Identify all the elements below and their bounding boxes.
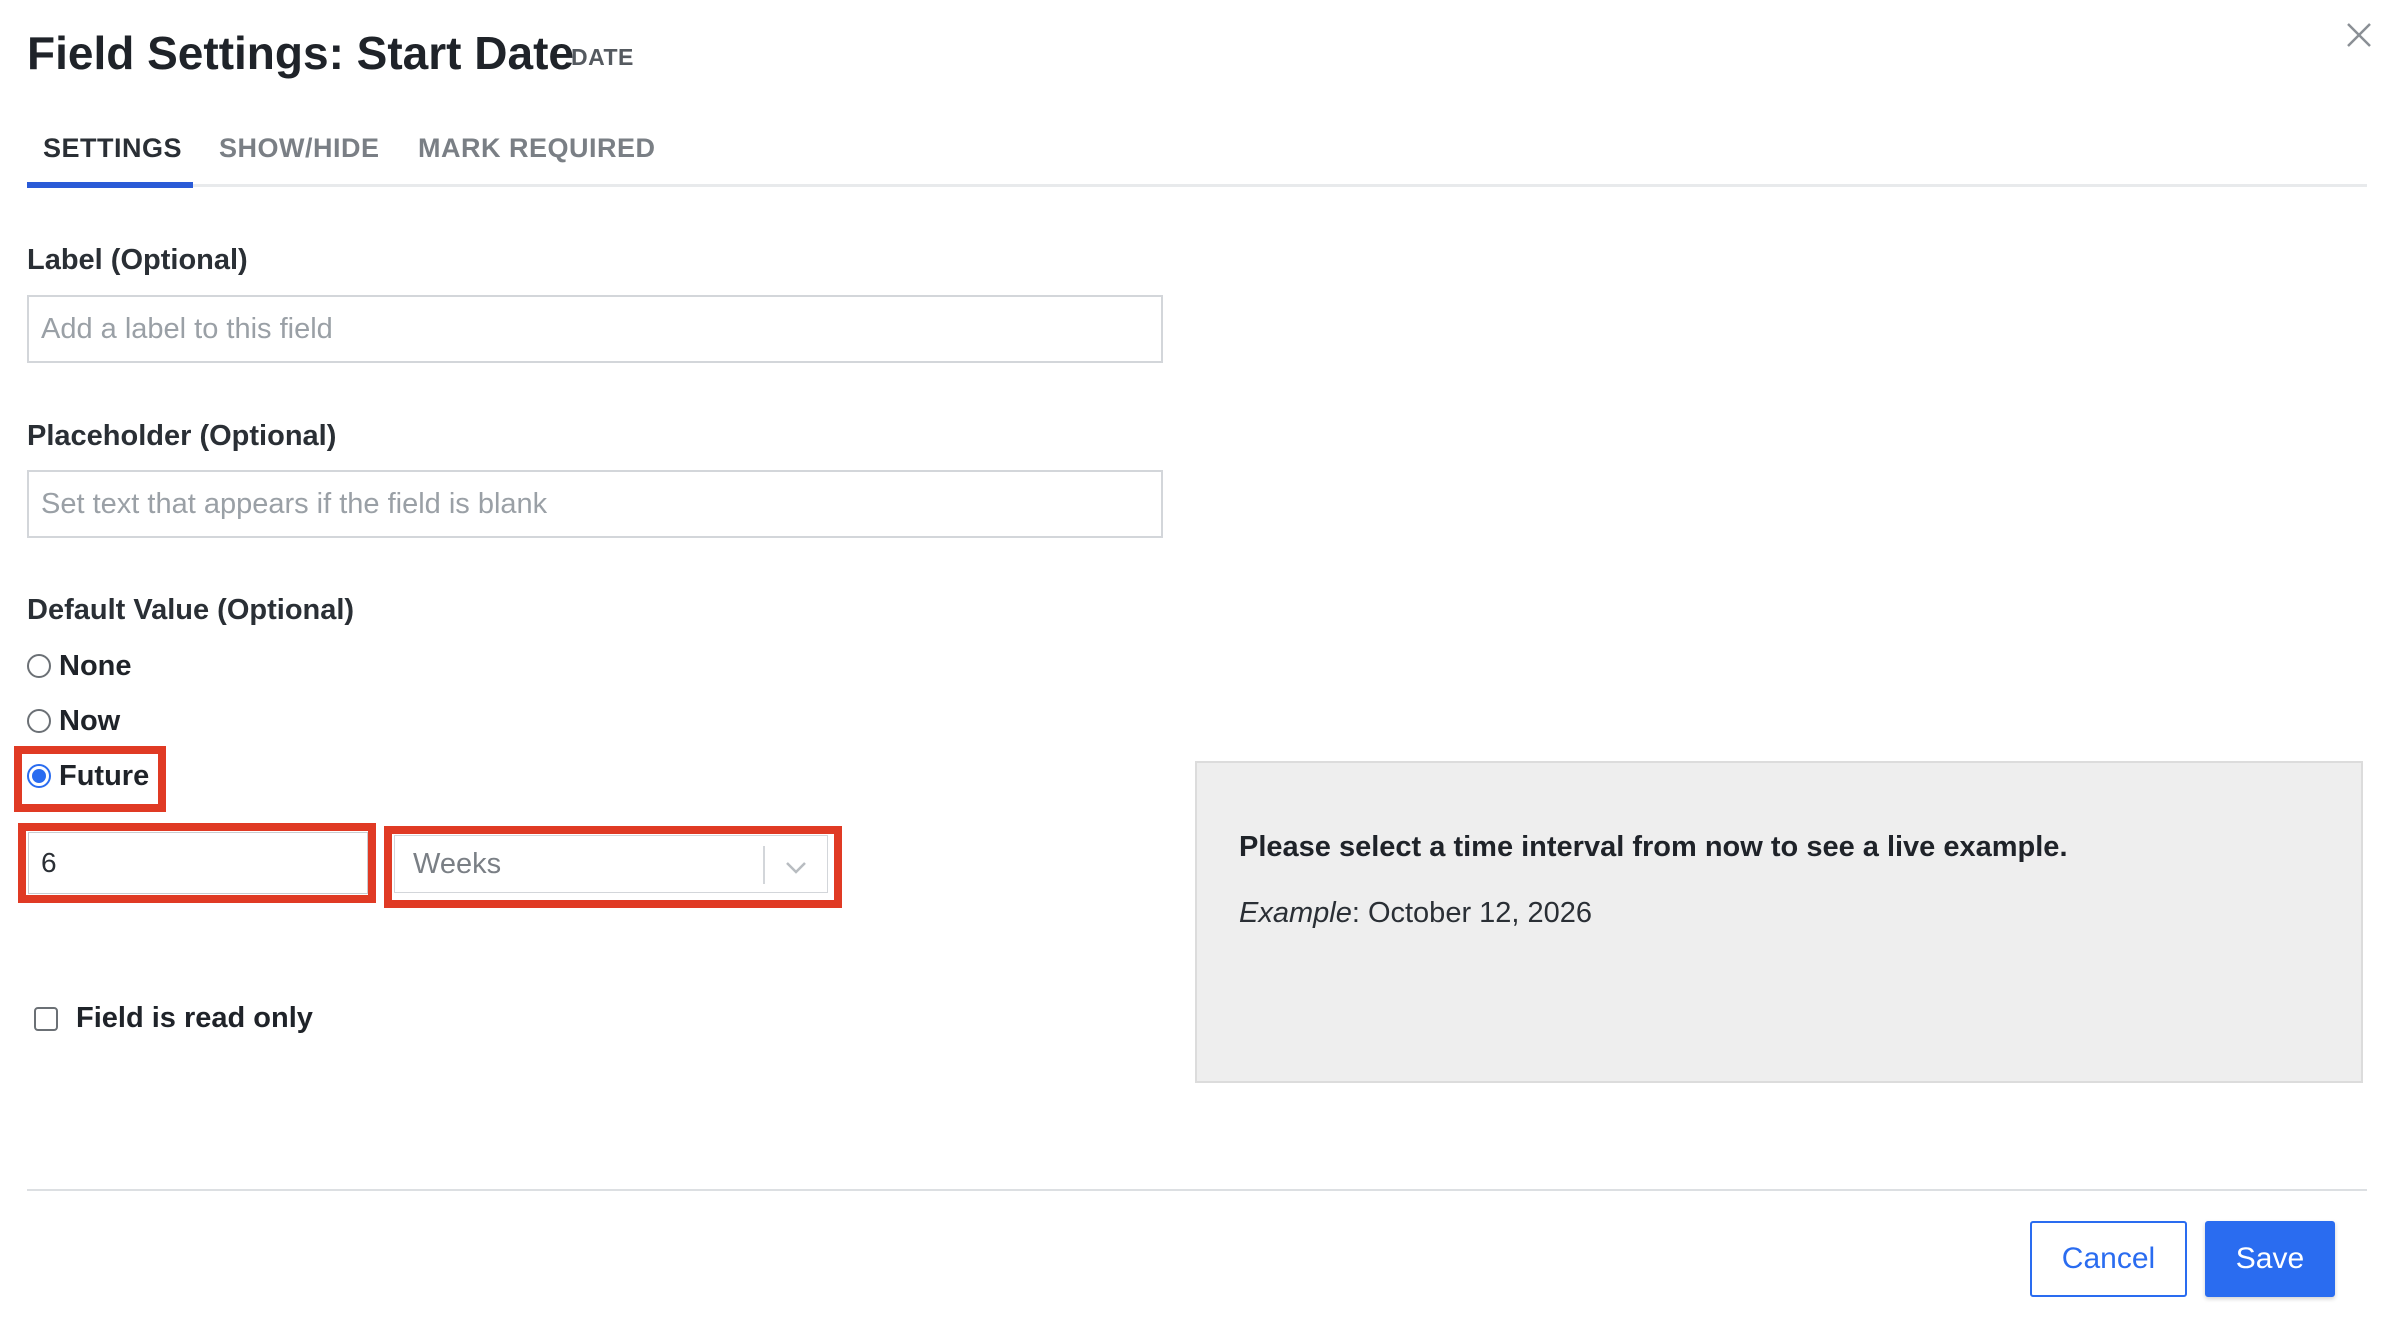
tab-show-hide[interactable]: SHOW/HIDE (219, 133, 380, 164)
label-field-label: Label (Optional) (27, 244, 248, 276)
placeholder-field-label: Placeholder (Optional) (27, 420, 337, 452)
radio-now[interactable]: Now (27, 701, 120, 741)
field-type-badge: DATE (571, 44, 634, 70)
tab-mark-required[interactable]: MARK REQUIRED (418, 133, 656, 164)
tab-settings[interactable]: SETTINGS (43, 133, 182, 164)
read-only-checkbox[interactable] (34, 1006, 58, 1031)
live-example-text: Example: October 12, 2026 (1239, 897, 1592, 930)
default-value-label: Default Value (Optional) (27, 594, 355, 626)
radio-none-button[interactable] (27, 654, 51, 678)
select-separator (763, 846, 765, 884)
radio-none-label: None (59, 649, 132, 682)
cancel-button[interactable]: Cancel (2030, 1221, 2187, 1297)
save-button[interactable]: Save (2205, 1221, 2335, 1297)
radio-future[interactable]: Future (27, 756, 149, 796)
active-tab-indicator (27, 182, 193, 188)
chevron-down-icon[interactable] (781, 852, 811, 882)
example-prefix: Example (1239, 897, 1352, 929)
read-only-label: Field is read only (76, 1002, 313, 1034)
label-input[interactable] (27, 295, 1163, 363)
radio-none[interactable]: None (27, 646, 132, 686)
live-example-heading: Please select a time interval from now t… (1239, 831, 2068, 863)
interval-unit-select[interactable]: Weeks (394, 835, 828, 893)
example-date: : October 12, 2026 (1351, 897, 1593, 929)
placeholder-input[interactable] (27, 470, 1163, 538)
dialog-title: Field Settings: Start Date (27, 27, 574, 79)
interval-amount-input[interactable] (28, 832, 368, 894)
interval-unit-value: Weeks (413, 848, 502, 880)
radio-now-button[interactable] (27, 709, 51, 733)
radio-future-button[interactable] (27, 764, 51, 788)
close-icon[interactable] (2342, 18, 2376, 52)
read-only-option[interactable]: Field is read only (34, 1002, 313, 1035)
footer-divider (27, 1189, 2367, 1191)
tabs-divider (27, 184, 2367, 187)
radio-now-label: Now (59, 704, 121, 737)
live-example-panel: Please select a time interval from now t… (1195, 761, 2363, 1083)
radio-future-label: Future (59, 759, 150, 792)
